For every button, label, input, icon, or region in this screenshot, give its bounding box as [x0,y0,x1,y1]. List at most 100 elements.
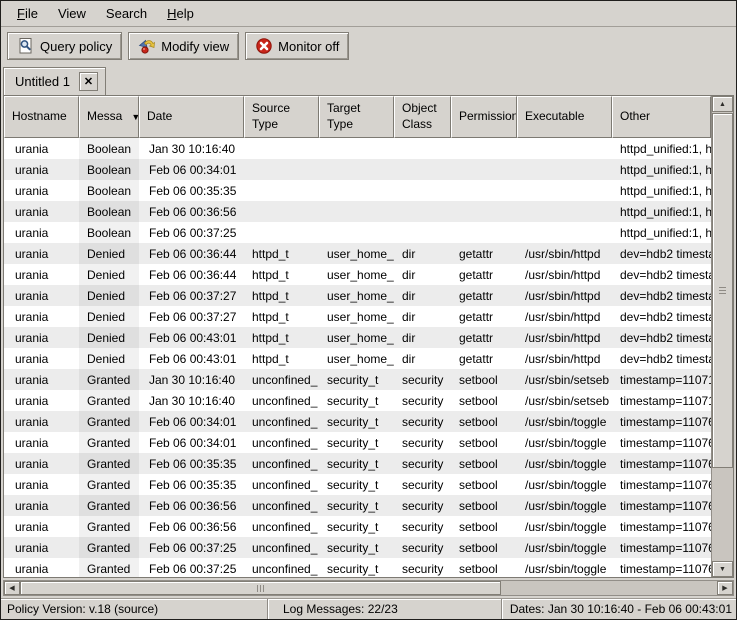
scroll-right-icon[interactable]: ▶ [717,581,733,595]
cell-target [319,138,394,159]
cell-other: httpd_unified:1, h [612,180,711,201]
cell-permission: getattr [451,264,517,285]
cell-obj_class: dir [394,285,451,306]
table-row[interactable]: uraniaDeniedFeb 06 00:36:44httpd_tuser_h… [4,264,711,285]
cell-other: timestamp=11076 [612,558,711,577]
cell-executable: /usr/sbin/setseb [517,390,612,411]
status-bar: Policy Version: v.18 (source) Log Messag… [1,598,736,619]
cell-permission: setbool [451,390,517,411]
cell-permission: setbool [451,537,517,558]
column-header-hostname[interactable]: Hostname [4,96,79,138]
table-row[interactable]: uraniaBooleanJan 30 10:16:40httpd_unifie… [4,138,711,159]
cell-hostname: urania [4,222,79,243]
cell-obj_class: dir [394,348,451,369]
column-header-date[interactable]: Date [139,96,244,138]
table-row[interactable]: uraniaGrantedFeb 06 00:35:35unconfined_s… [4,474,711,495]
cell-obj_class: security [394,369,451,390]
table-row[interactable]: uraniaDeniedFeb 06 00:43:01httpd_tuser_h… [4,348,711,369]
policy-version-status: Policy Version: v.18 (source) [1,599,267,619]
cell-date: Feb 06 00:36:56 [139,201,244,222]
column-header-source[interactable]: Source Type [244,96,319,138]
tab-label: Untitled 1 [15,74,70,89]
query-policy-icon [17,37,35,55]
table-row[interactable]: uraniaGrantedFeb 06 00:34:01unconfined_s… [4,432,711,453]
cell-executable: /usr/sbin/httpd [517,243,612,264]
cell-obj_class: dir [394,327,451,348]
table-row[interactable]: uraniaGrantedJan 30 10:16:40unconfined_s… [4,369,711,390]
monitor-off-button[interactable]: Monitor off [245,32,349,60]
menu-file[interactable]: File [7,2,48,25]
cell-other: timestamp=11076 [612,432,711,453]
cell-executable [517,201,612,222]
table-row[interactable]: uraniaGrantedFeb 06 00:34:01unconfined_s… [4,411,711,432]
cell-hostname: urania [4,453,79,474]
column-header-obj_class[interactable]: Object Class [394,96,451,138]
column-header-label: Other [620,109,650,125]
table-row[interactable]: uraniaDeniedFeb 06 00:37:27httpd_tuser_h… [4,285,711,306]
column-header-target[interactable]: Target Type [319,96,394,138]
tab-close-icon[interactable]: ✕ [79,72,98,91]
cell-obj_class: security [394,537,451,558]
cell-source: httpd_t [244,243,319,264]
table-row[interactable]: uraniaGrantedFeb 06 00:35:35unconfined_s… [4,453,711,474]
horizontal-scrollbar[interactable]: ◀ ▶ [3,580,734,596]
cell-message: Boolean [79,180,139,201]
table-row[interactable]: uraniaDeniedFeb 06 00:43:01httpd_tuser_h… [4,327,711,348]
column-header-label: Executable [525,109,584,125]
cell-target: security_t [319,537,394,558]
cell-message: Denied [79,264,139,285]
cell-executable: /usr/sbin/toggle [517,516,612,537]
table-row[interactable]: uraniaDeniedFeb 06 00:36:44httpd_tuser_h… [4,243,711,264]
table-row[interactable]: uraniaGrantedFeb 06 00:36:56unconfined_s… [4,516,711,537]
cell-date: Feb 06 00:34:01 [139,411,244,432]
vertical-scrollbar-track[interactable] [712,112,733,561]
table-row[interactable]: uraniaBooleanFeb 06 00:35:35httpd_unifie… [4,180,711,201]
table-row[interactable]: uraniaBooleanFeb 06 00:36:56httpd_unifie… [4,201,711,222]
cell-other: httpd_unified:1, h [612,201,711,222]
cell-target: security_t [319,411,394,432]
menu-help[interactable]: Help [157,2,204,25]
modify-view-button[interactable]: Modify view [128,32,239,60]
scroll-down-icon[interactable]: ▼ [712,561,733,577]
query-policy-button[interactable]: Query policy [7,32,122,60]
cell-message: Granted [79,411,139,432]
cell-other: httpd_unified:1, h [612,222,711,243]
column-header-other[interactable]: Other [612,96,711,138]
vertical-scrollbar-thumb[interactable] [712,113,733,468]
cell-executable: /usr/sbin/toggle [517,453,612,474]
cell-executable: /usr/sbin/toggle [517,474,612,495]
scroll-left-icon[interactable]: ◀ [4,581,20,595]
vertical-scrollbar[interactable]: ▲ ▼ [711,96,733,577]
horizontal-scrollbar-thumb[interactable] [20,581,501,595]
menu-search[interactable]: Search [96,2,157,25]
cell-hostname: urania [4,306,79,327]
column-header-permission[interactable]: Permission [451,96,517,138]
column-header-label: Object Class [402,101,437,132]
menu-view[interactable]: View [48,2,96,25]
sort-descending-icon: ▼ [131,113,139,122]
monitor-off-icon [255,37,273,55]
table-row[interactable]: uraniaGrantedJan 30 10:16:40unconfined_s… [4,390,711,411]
toolbar: Query policy Modify view Monitor off [1,27,736,65]
cell-source: unconfined_ [244,453,319,474]
tab-bar: Untitled 1 ✕ [1,65,736,95]
column-header-executable[interactable]: Executable [517,96,612,138]
table-row[interactable]: uraniaBooleanFeb 06 00:34:01httpd_unifie… [4,159,711,180]
column-header-message[interactable]: Messa▼ [79,96,139,138]
cell-source: unconfined_ [244,369,319,390]
cell-other: timestamp=11076 [612,516,711,537]
cell-permission: getattr [451,306,517,327]
table-row[interactable]: uraniaGrantedFeb 06 00:37:25unconfined_s… [4,537,711,558]
cell-date: Feb 06 00:36:56 [139,516,244,537]
mnemonic: F [17,6,25,21]
table-row[interactable]: uraniaGrantedFeb 06 00:37:25unconfined_s… [4,558,711,577]
scroll-up-icon[interactable]: ▲ [712,96,733,112]
table-row[interactable]: uraniaGrantedFeb 06 00:36:56unconfined_s… [4,495,711,516]
cell-executable: /usr/sbin/httpd [517,327,612,348]
tab-untitled-1[interactable]: Untitled 1 ✕ [3,67,106,95]
cell-target: user_home_ [319,306,394,327]
horizontal-scrollbar-track[interactable] [20,581,717,595]
table-row[interactable]: uraniaDeniedFeb 06 00:37:27httpd_tuser_h… [4,306,711,327]
menu-bar: FileViewSearchHelp [1,1,736,27]
table-row[interactable]: uraniaBooleanFeb 06 00:37:25httpd_unifie… [4,222,711,243]
